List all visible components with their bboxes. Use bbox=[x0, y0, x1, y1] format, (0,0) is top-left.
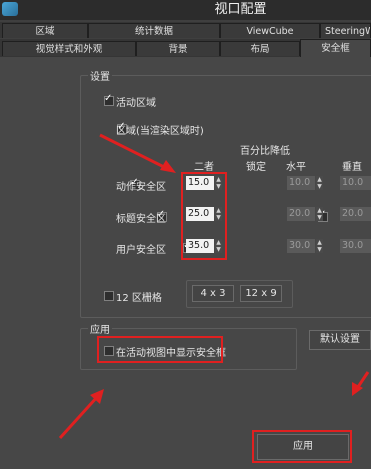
annotation-arrow-2 bbox=[58, 394, 100, 440]
annotation-arrowhead-1 bbox=[160, 160, 176, 173]
annotation-arrows bbox=[58, 133, 370, 440]
annotation-arrow-1 bbox=[99, 133, 171, 172]
